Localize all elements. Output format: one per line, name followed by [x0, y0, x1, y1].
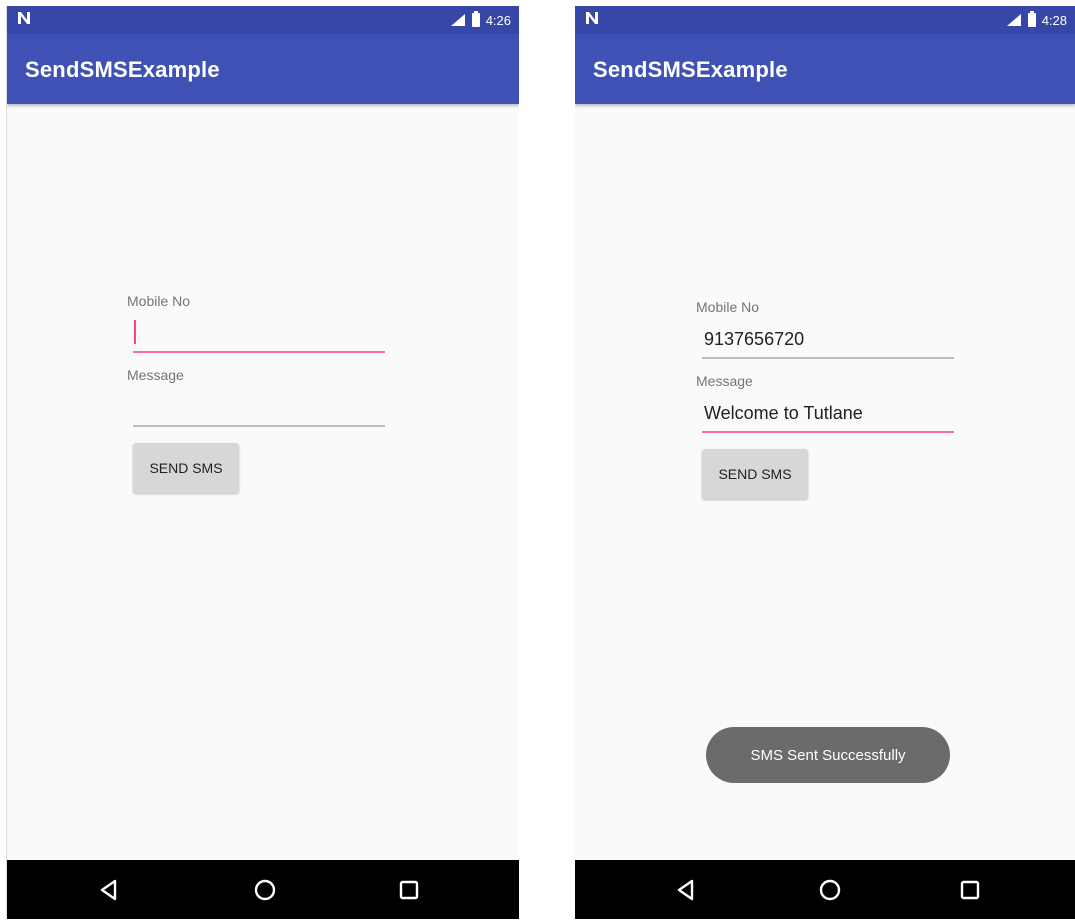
- phone-screen-before: 4:26 SendSMSExample Mobile No Message SE…: [6, 6, 519, 919]
- home-icon[interactable]: [250, 875, 280, 905]
- message-label: Message: [696, 373, 753, 389]
- navigation-bar: [7, 860, 519, 919]
- app-title: SendSMSExample: [593, 57, 788, 82]
- navigation-bar: [575, 860, 1075, 919]
- mobile-label: Mobile No: [127, 293, 191, 309]
- phone-screen-after: 4:28 SendSMSExample Mobile No 9137656720…: [575, 6, 1075, 919]
- message-input[interactable]: [133, 389, 385, 427]
- battery-icon: [471, 11, 480, 27]
- send-sms-button[interactable]: SEND SMS: [702, 449, 808, 499]
- mobile-number-value: 9137656720: [704, 329, 805, 349]
- status-clock: 4:26: [485, 12, 511, 28]
- recent-apps-icon[interactable]: [955, 875, 985, 905]
- n-notification-icon: [18, 12, 30, 24]
- toast-message: SMS Sent Successfully: [706, 727, 950, 783]
- text-cursor: [134, 320, 136, 344]
- recent-apps-icon[interactable]: [394, 875, 424, 905]
- sms-form: Mobile No 9137656720 Message Welcome to …: [696, 299, 956, 499]
- app-toolbar: SendSMSExample: [7, 34, 519, 104]
- mobile-label: Mobile No: [696, 299, 760, 315]
- app-toolbar: SendSMSExample: [575, 34, 1075, 104]
- sms-form: Mobile No Message SEND SMS: [127, 293, 387, 493]
- n-notification-icon: [586, 12, 598, 24]
- send-sms-button[interactable]: SEND SMS: [133, 443, 239, 493]
- app-title: SendSMSExample: [25, 57, 220, 82]
- signal-icon: [450, 14, 465, 26]
- back-icon[interactable]: [94, 875, 124, 905]
- message-value: Welcome to Tutlane: [704, 403, 863, 423]
- home-icon[interactable]: [815, 875, 845, 905]
- status-bar: 4:28: [575, 6, 1075, 34]
- status-bar: 4:26: [7, 6, 519, 34]
- back-icon[interactable]: [671, 875, 701, 905]
- status-clock: 4:28: [1041, 12, 1067, 28]
- mobile-number-input[interactable]: 9137656720: [702, 321, 954, 359]
- battery-icon: [1027, 11, 1036, 27]
- message-label: Message: [127, 367, 184, 383]
- mobile-number-input[interactable]: [133, 315, 385, 353]
- signal-icon: [1006, 14, 1021, 26]
- message-input[interactable]: Welcome to Tutlane: [702, 395, 954, 433]
